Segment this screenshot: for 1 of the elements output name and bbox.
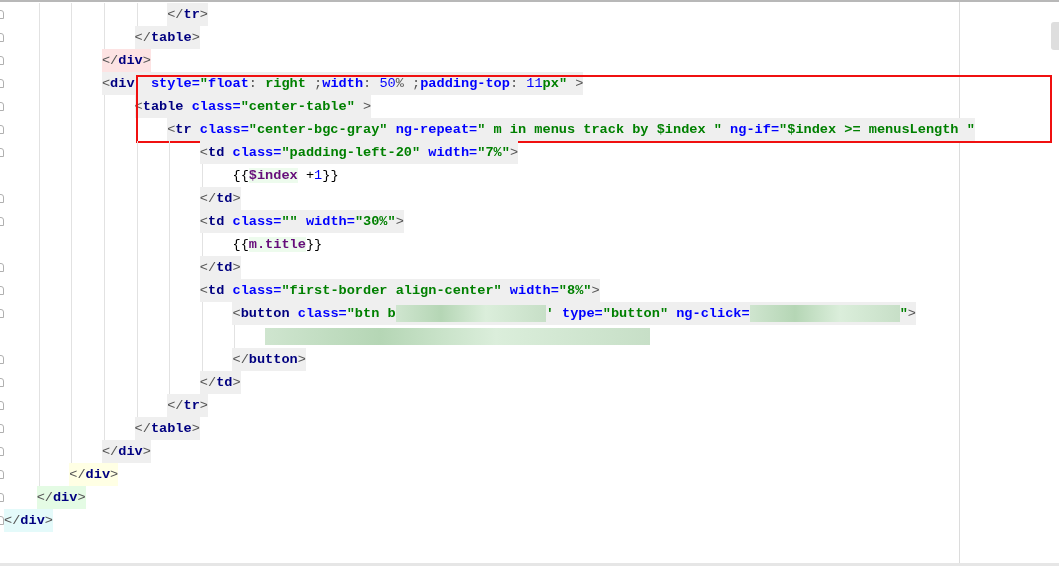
- scrollbar-thumb[interactable]: [1051, 22, 1059, 50]
